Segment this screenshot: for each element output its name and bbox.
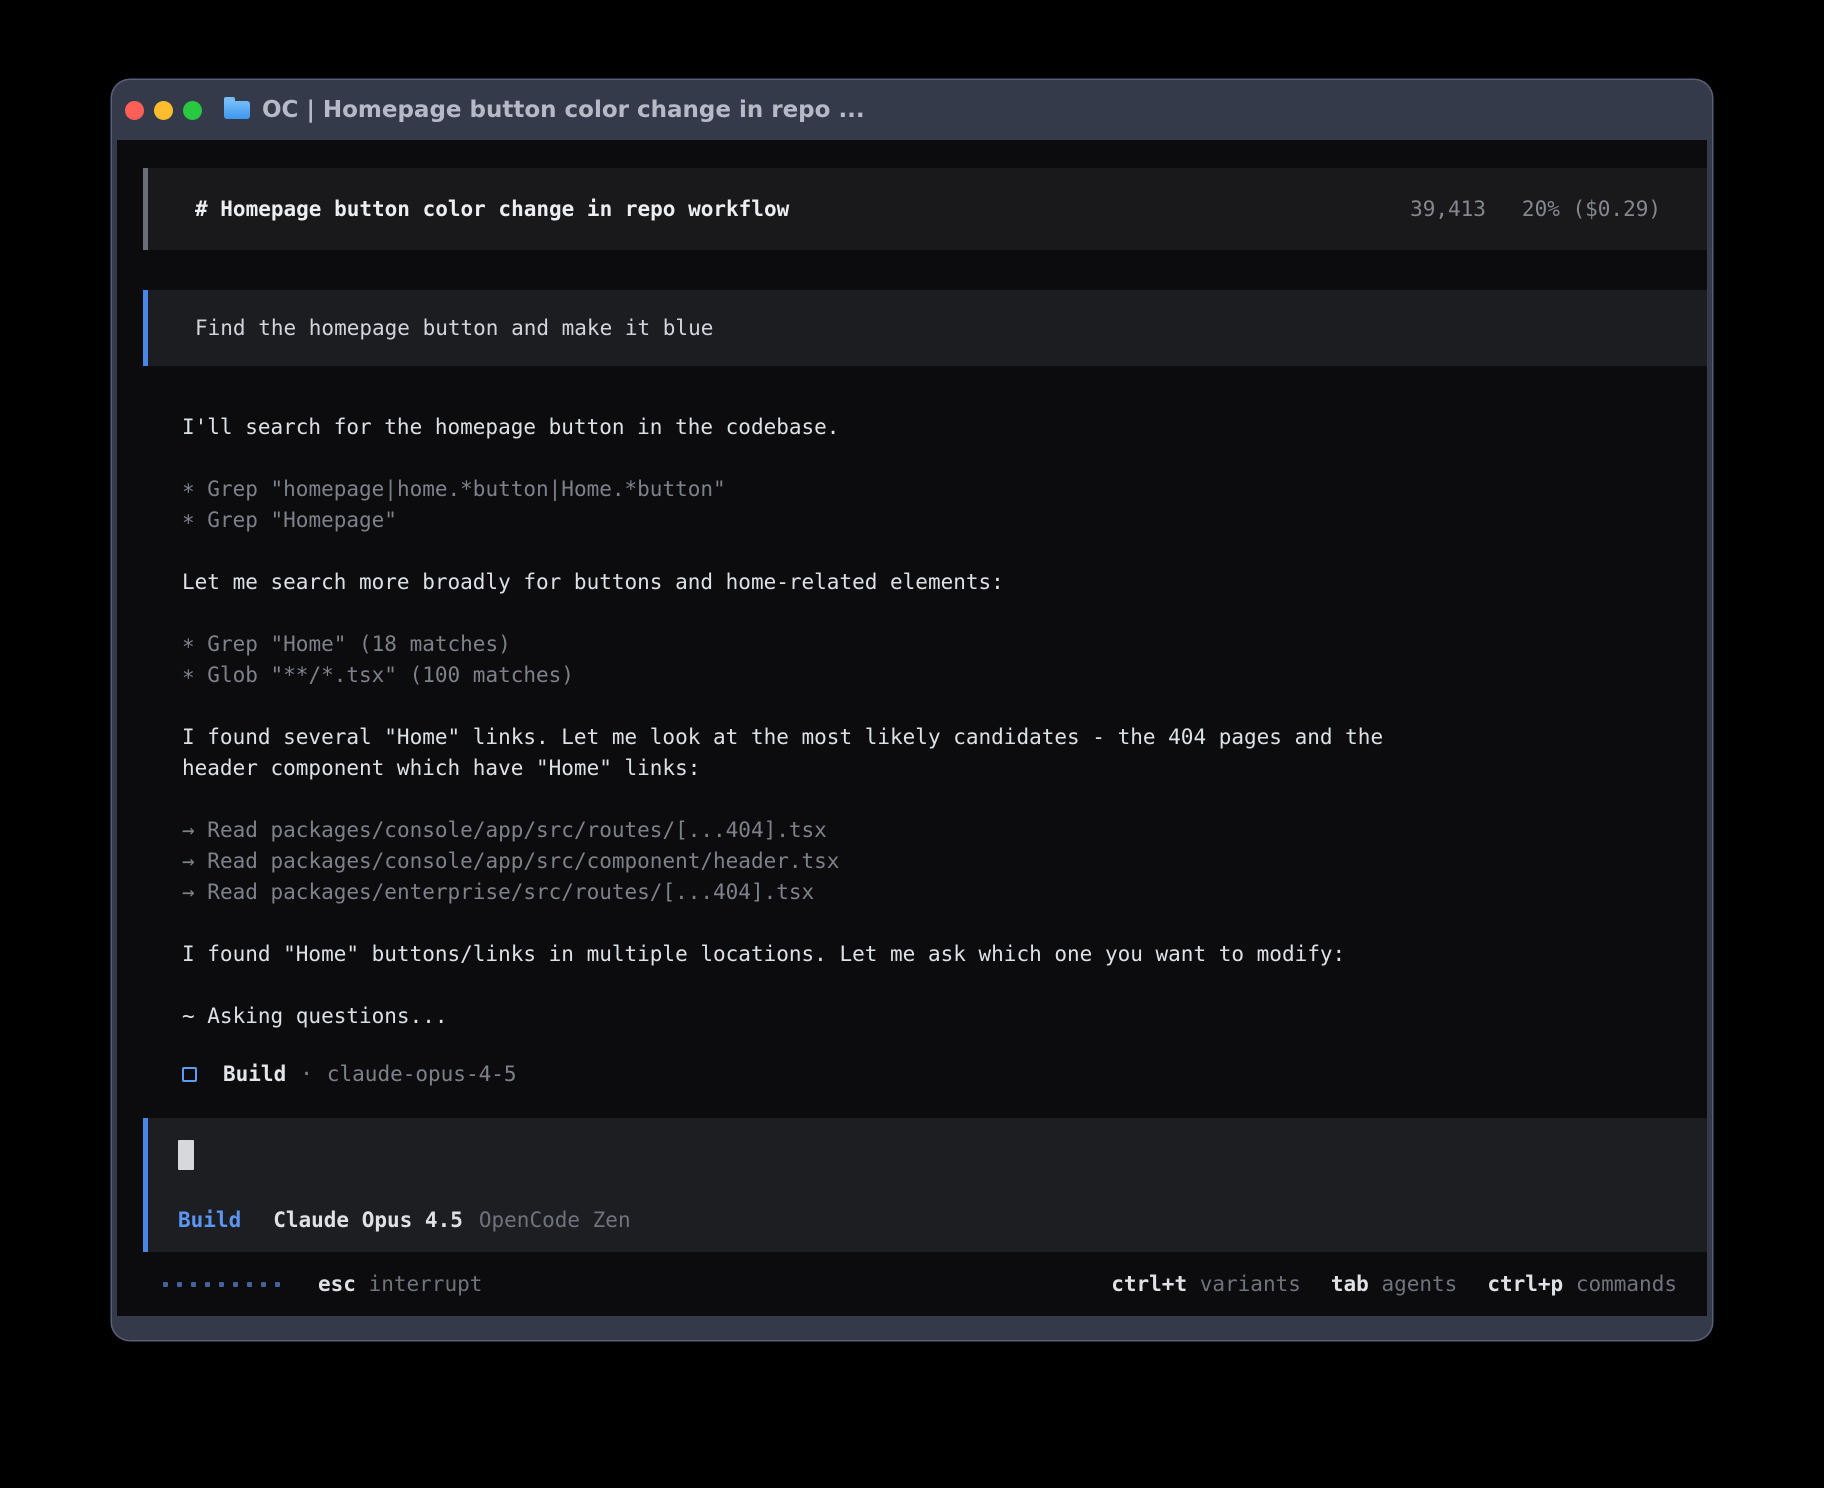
spinner-dot (261, 1282, 266, 1287)
assistant-text-line: I found "Home" buttons/links in multiple… (182, 939, 1432, 970)
shortcut-hint: tab agents (1331, 1272, 1457, 1296)
tool-arrow-icon: → (182, 877, 195, 908)
context-cost: 20% ($0.29) (1522, 197, 1661, 221)
agent-model: claude-opus-4-5 (327, 1062, 517, 1086)
window-title: OC | Homepage button color change in rep… (262, 97, 865, 123)
assistant-text-line: I'll search for the homepage button in t… (182, 412, 1432, 443)
prompt-input[interactable]: Build Claude Opus 4.5 OpenCode Zen (143, 1118, 1707, 1252)
tool-call-line: * Glob "**/*.tsx" (100 matches) (182, 660, 1432, 691)
statusbar-right: ctrl+t variants tab agents ctrl+p commands (1111, 1272, 1677, 1296)
agent-name: Build (223, 1062, 286, 1086)
terminal-window: OC | Homepage button color change in rep… (112, 80, 1712, 1340)
blank-line (182, 970, 1432, 1001)
zoom-button[interactable] (183, 101, 202, 120)
session-stats: 39,413 20% ($0.29) (1410, 197, 1661, 221)
tool-bullet-icon: * (182, 663, 195, 694)
tool-arrow-icon: → (182, 846, 195, 877)
interrupt-label (356, 1272, 369, 1296)
minimize-button[interactable] (154, 101, 173, 120)
blank-line (182, 536, 1432, 567)
input-model: Claude Opus 4.5 (273, 1208, 463, 1232)
blank-line (182, 598, 1432, 629)
spinner-dot (247, 1282, 252, 1287)
agent-separator: · (300, 1062, 313, 1086)
shortcut-label: commands (1563, 1272, 1677, 1296)
assistant-text-line: Let me search more broadly for buttons a… (182, 567, 1432, 598)
tool-call-line: * Grep "homepage|home.*button|Home.*butt… (182, 474, 1432, 505)
conversation: I'll search for the homepage button in t… (182, 412, 1432, 1032)
agent-build-icon (182, 1067, 197, 1082)
interrupt-hint: esc interrupt (318, 1272, 482, 1296)
blank-line (182, 691, 1432, 722)
folder-icon (224, 101, 250, 119)
session-header: # Homepage button color change in repo w… (143, 168, 1707, 250)
interrupt-key: esc (318, 1272, 356, 1296)
tool-call-line: → Read packages/console/app/src/componen… (182, 846, 1432, 877)
tool-call-line: * Grep "Homepage" (182, 505, 1432, 536)
shortcut-label: variants (1187, 1272, 1301, 1296)
spinner-dot (219, 1282, 224, 1287)
tool-bullet-icon: * (182, 632, 195, 663)
shortcut-key: ctrl+t (1111, 1272, 1187, 1296)
tool-call-line: → Read packages/enterprise/src/routes/[.… (182, 877, 1432, 908)
blank-line (182, 908, 1432, 939)
spinner-dot (163, 1282, 168, 1287)
blank-line (182, 443, 1432, 474)
tool-arrow-icon: → (182, 815, 195, 846)
text-cursor (178, 1140, 194, 1170)
spinner-dot (275, 1282, 280, 1287)
input-provider: OpenCode Zen (479, 1208, 631, 1232)
user-message-text: Find the homepage button and make it blu… (195, 316, 713, 340)
tool-bullet-icon: * (182, 508, 195, 539)
spinner-dot (177, 1282, 182, 1287)
close-button[interactable] (125, 101, 144, 120)
terminal-content: # Homepage button color change in repo w… (117, 140, 1707, 1316)
token-count: 39,413 (1410, 197, 1486, 221)
spinner-dot (233, 1282, 238, 1287)
input-mode: Build (178, 1208, 241, 1232)
tool-call-line: → Read packages/console/app/src/routes/[… (182, 815, 1432, 846)
shortcut-key: tab (1331, 1272, 1369, 1296)
assistant-text-line: ~ Asking questions... (182, 1001, 1432, 1032)
tool-bullet-icon: * (182, 477, 195, 508)
shortcut-label: agents (1369, 1272, 1458, 1296)
spinner-dot (205, 1282, 210, 1287)
shortcut-key: ctrl+p (1487, 1272, 1563, 1296)
tool-call-line: * Grep "Home" (18 matches) (182, 629, 1432, 660)
shortcut-hint: ctrl+t variants (1111, 1272, 1301, 1296)
spinner-dots (163, 1282, 280, 1287)
agent-status-line: Build · claude-opus-4-5 (182, 1058, 1707, 1090)
statusbar-left: esc interrupt (163, 1272, 482, 1296)
spinner-dot (191, 1282, 196, 1287)
shortcut-hint: ctrl+p commands (1487, 1272, 1677, 1296)
assistant-text-line: I found several "Home" links. Let me loo… (182, 722, 1432, 784)
user-message: Find the homepage button and make it blu… (143, 290, 1707, 366)
statusbar: esc interrupt ctrl+t variantstab agentsc… (163, 1272, 1677, 1296)
session-title: # Homepage button color change in repo w… (195, 197, 789, 221)
blank-line (182, 784, 1432, 815)
titlebar[interactable]: OC | Homepage button color change in rep… (117, 80, 1707, 140)
input-meta: Build Claude Opus 4.5 OpenCode Zen (178, 1208, 1677, 1232)
